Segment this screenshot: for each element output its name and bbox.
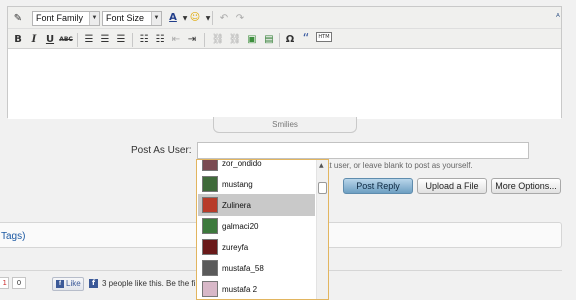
avatar xyxy=(202,281,218,297)
user-name: Zulinera xyxy=(222,200,251,210)
image-icon[interactable]: ▣ xyxy=(245,32,259,46)
special-characters-icon[interactable]: Ω xyxy=(283,32,297,46)
user-list-item[interactable]: mustang xyxy=(198,173,315,195)
facebook-like-button[interactable]: f Like xyxy=(52,277,84,291)
more-options-button[interactable]: More Options... xyxy=(491,178,561,194)
toolbar-divider xyxy=(212,11,213,25)
facebook-like-text: 3 people like this. Be the fi xyxy=(102,279,196,288)
avatar xyxy=(202,239,218,255)
rich-text-editor: ✎ Font Family ▼ Font Size ▼ A ▼ ☺ ▼ ↶ ↷ … xyxy=(7,6,562,119)
toolbar-divider xyxy=(279,33,280,47)
avatar xyxy=(202,260,218,276)
numbered-list-icon[interactable]: ☷ xyxy=(153,32,167,46)
underline-icon[interactable]: U xyxy=(43,32,57,46)
toolbar-divider xyxy=(204,33,205,47)
bold-icon[interactable]: B xyxy=(11,32,25,46)
avatar xyxy=(202,160,218,171)
tags-link[interactable]: Tags) xyxy=(1,231,25,242)
unlink-icon[interactable]: ⛓ xyxy=(228,32,242,46)
scroll-up-icon[interactable]: ▲ xyxy=(319,162,324,169)
message-textarea[interactable] xyxy=(8,49,561,119)
indent-icon[interactable]: ⇥ xyxy=(185,32,199,46)
post-reply-button[interactable]: Post Reply xyxy=(343,178,413,194)
user-list-item[interactable]: mustafa 2 xyxy=(198,278,315,299)
font-family-select[interactable]: Font Family ▼ xyxy=(32,11,100,26)
smiley-icon[interactable]: ☺ xyxy=(188,10,202,24)
user-name: mustafa_58 xyxy=(222,263,264,273)
bulleted-list-icon[interactable]: ☷ xyxy=(137,32,151,46)
post-as-user-label: Post As User: xyxy=(131,145,192,156)
editor-toolbar-bottom: B I U ABC ☰ ☰ ☰ ☷ ☷ ⇤ ⇥ ⛓ ⛓ ▣ ▤ Ω “ HTM xyxy=(8,29,561,49)
align-center-icon[interactable]: ☰ xyxy=(98,32,112,46)
avatar xyxy=(202,176,218,192)
toolbar-divider xyxy=(132,33,133,47)
chevron-down-icon: ▼ xyxy=(89,12,99,25)
user-name: zureyfa xyxy=(222,242,249,252)
google-plus-button[interactable]: 1 xyxy=(0,277,9,289)
outdent-icon[interactable]: ⇤ xyxy=(169,32,183,46)
italic-icon[interactable]: I xyxy=(27,32,41,46)
media-icon[interactable]: ▤ xyxy=(262,32,276,46)
smilies-tab[interactable]: Smilies xyxy=(213,117,357,133)
eraser-icon[interactable]: ✎ xyxy=(11,11,25,25)
dropdown-scrollbar[interactable]: ▲ xyxy=(316,160,328,299)
user-list-item[interactable]: zor_ondido xyxy=(198,159,315,174)
user-autocomplete-dropdown: zor_ondidomustang Zulinera galmaci20 zureyf… xyxy=(196,159,329,300)
avatar xyxy=(202,197,218,213)
align-left-icon[interactable]: ☰ xyxy=(82,32,96,46)
scroll-thumb[interactable] xyxy=(318,182,327,194)
undo-icon[interactable]: ↶ xyxy=(217,11,231,25)
chevron-down-icon: ▼ xyxy=(151,12,161,25)
strikethrough-icon[interactable]: ABC xyxy=(59,32,73,46)
font-family-value: Font Family xyxy=(36,13,84,23)
user-name: zor_ondido xyxy=(222,159,262,168)
facebook-icon: f xyxy=(56,279,64,288)
editor-toolbar-top: ✎ Font Family ▼ Font Size ▼ A ▼ ☺ ▼ ↶ ↷ … xyxy=(8,7,561,29)
user-name: galmaci20 xyxy=(222,221,259,231)
user-list-item[interactable]: galmaci20 xyxy=(198,215,315,237)
upload-file-button[interactable]: Upload a File xyxy=(417,178,487,194)
font-size-select[interactable]: Font Size ▼ xyxy=(102,11,162,26)
quote-icon[interactable]: “ xyxy=(299,32,313,47)
post-as-user-hint: at user, or leave blank to post as yours… xyxy=(325,161,473,170)
user-name: mustang xyxy=(222,179,253,189)
font-size-value: Font Size xyxy=(106,13,145,23)
avatar xyxy=(202,218,218,234)
share-count: 0 xyxy=(12,277,26,289)
user-list-item[interactable]: zureyfa xyxy=(198,236,315,258)
user-list-item[interactable]: mustafa_58 xyxy=(198,257,315,279)
html-icon[interactable]: HTM xyxy=(316,32,332,42)
link-icon[interactable]: ⛓ xyxy=(211,32,225,46)
toolbar-divider xyxy=(77,33,78,47)
align-right-icon[interactable]: ☰ xyxy=(114,32,128,46)
like-label: Like xyxy=(66,279,81,288)
facebook-icon: f xyxy=(89,279,98,288)
user-list-item[interactable]: Zulinera xyxy=(198,194,315,216)
redo-icon[interactable]: ↷ xyxy=(233,11,247,25)
remove-format-icon[interactable]: ᴬ xyxy=(551,11,565,25)
user-name: mustafa 2 xyxy=(222,284,258,294)
post-as-user-input[interactable] xyxy=(197,142,529,159)
